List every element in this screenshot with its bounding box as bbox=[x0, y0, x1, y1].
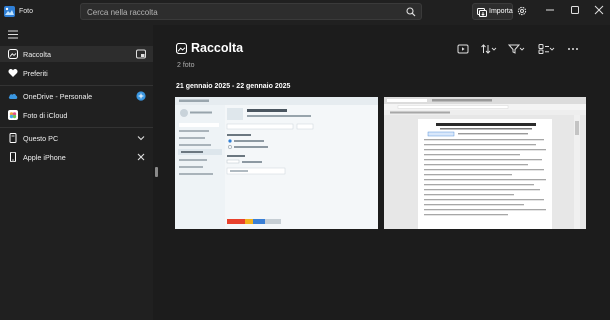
app-title: Foto bbox=[19, 8, 34, 15]
collection-icon bbox=[8, 49, 18, 59]
photo-thumbnail[interactable] bbox=[384, 97, 586, 229]
sidebar-item-questo-pc[interactable]: Questo PC bbox=[0, 130, 153, 146]
pc-icon bbox=[9, 133, 17, 143]
collection-icon bbox=[176, 43, 187, 54]
hamburger-menu-icon[interactable] bbox=[8, 30, 18, 39]
settings-screenshot-image bbox=[175, 97, 378, 229]
title-bar: Foto Importa bbox=[0, 0, 610, 25]
chevron-down-icon[interactable] bbox=[549, 43, 555, 55]
sidebar-item-icloud[interactable]: Foto di iCloud bbox=[0, 107, 153, 123]
document-screenshot-image bbox=[384, 97, 586, 229]
sidebar-divider bbox=[0, 127, 153, 128]
slideshow-icon[interactable] bbox=[457, 43, 469, 55]
sidebar-item-raccolta[interactable]: Raccolta bbox=[0, 46, 153, 62]
sidebar-item-label: Foto di iCloud bbox=[23, 111, 68, 120]
search-icon[interactable] bbox=[406, 7, 416, 17]
heart-icon bbox=[8, 69, 18, 77]
add-icon[interactable] bbox=[136, 91, 146, 101]
search-box[interactable] bbox=[80, 3, 422, 20]
sidebar-item-preferiti[interactable]: Preferiti bbox=[0, 65, 153, 81]
import-label: Importa bbox=[489, 8, 513, 15]
frame-icon[interactable] bbox=[136, 49, 146, 59]
chevron-down-icon[interactable] bbox=[519, 43, 525, 55]
photo-count: 2 foto bbox=[177, 62, 195, 69]
sidebar: Raccolta Preferiti OneDrive - Personale bbox=[0, 25, 153, 320]
icloud-icon bbox=[8, 110, 18, 120]
date-group-header: 21 gennaio 2025 - 22 gennaio 2025 bbox=[176, 83, 291, 90]
sidebar-item-label: Questo PC bbox=[23, 134, 59, 143]
maximize-icon[interactable] bbox=[568, 4, 582, 16]
import-icon bbox=[477, 8, 487, 17]
photos-app-icon bbox=[4, 6, 15, 17]
cloud-icon bbox=[8, 93, 18, 99]
search-input[interactable] bbox=[87, 6, 387, 18]
sidebar-item-apple-iphone[interactable]: Apple iPhone bbox=[0, 149, 153, 165]
sidebar-item-onedrive[interactable]: OneDrive - Personale bbox=[0, 88, 153, 104]
sidebar-item-label: Apple iPhone bbox=[23, 153, 66, 162]
sidebar-divider bbox=[0, 85, 153, 86]
photo-thumbnail[interactable] bbox=[175, 97, 378, 229]
chevron-down-icon[interactable] bbox=[491, 43, 497, 55]
sidebar-item-label: OneDrive - Personale bbox=[23, 92, 93, 101]
sidebar-resize-handle[interactable] bbox=[155, 167, 158, 177]
close-icon[interactable] bbox=[136, 152, 146, 162]
minimize-icon[interactable] bbox=[543, 4, 557, 16]
more-icon[interactable] bbox=[567, 43, 579, 55]
page-title: Raccolta bbox=[191, 41, 244, 55]
main-content: Raccolta 2 foto 21 gennaio 2025 - 22 gen… bbox=[160, 25, 610, 320]
import-button[interactable]: Importa bbox=[472, 3, 513, 20]
close-icon[interactable] bbox=[592, 4, 606, 16]
sidebar-item-label: Raccolta bbox=[23, 50, 51, 59]
gear-icon[interactable] bbox=[516, 5, 528, 17]
chevron-down-icon[interactable] bbox=[136, 133, 146, 143]
sidebar-item-label: Preferiti bbox=[23, 69, 48, 78]
phone-icon bbox=[10, 152, 16, 162]
